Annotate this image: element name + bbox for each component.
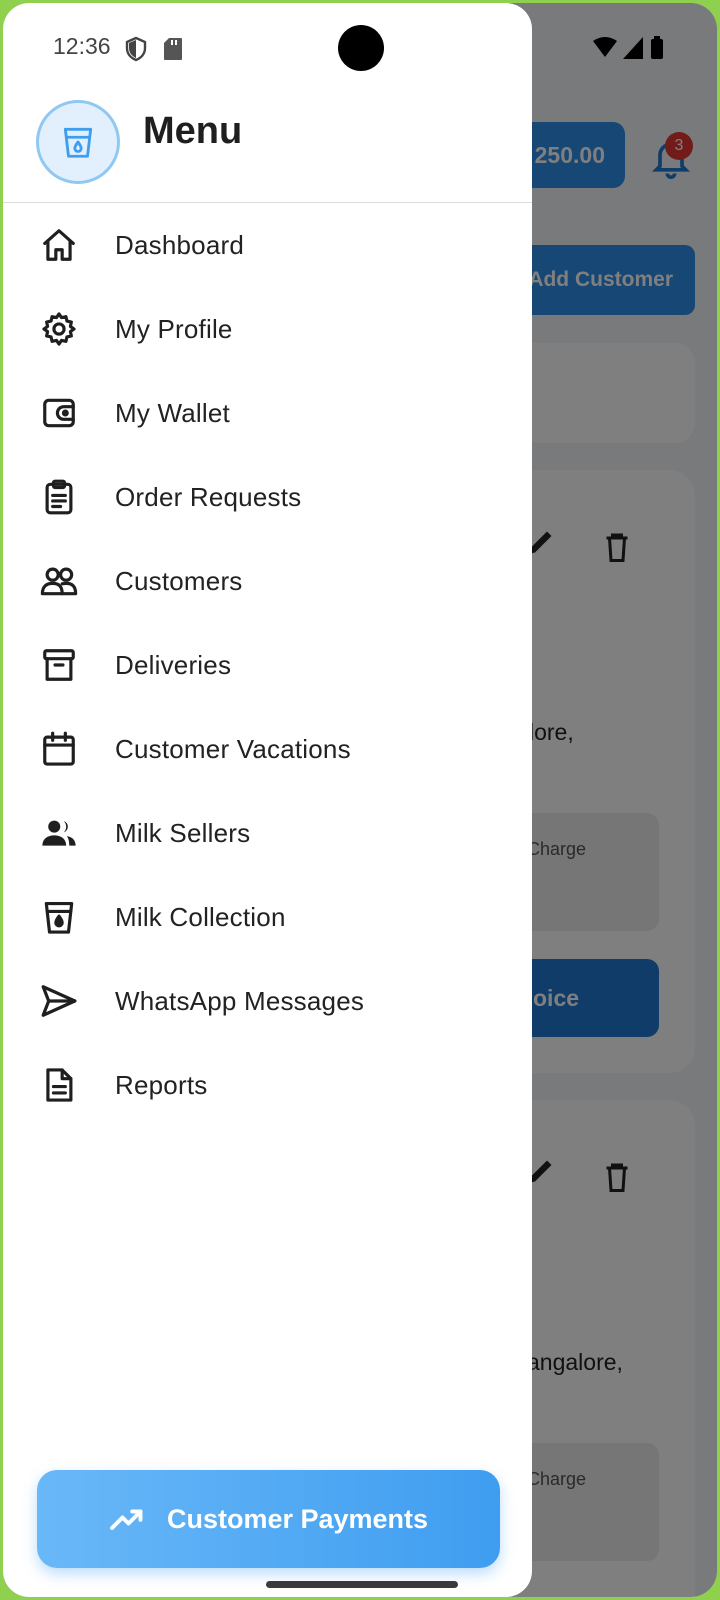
archive-box-icon [39, 645, 79, 685]
menu-item-milk-sellers[interactable]: Milk Sellers [3, 791, 532, 875]
users-icon [39, 561, 79, 601]
menu-item-label: Order Requests [115, 481, 302, 512]
menu-item-deliveries[interactable]: Deliveries [3, 623, 532, 707]
drawer-header: Menu [3, 83, 532, 203]
wallet-icon [39, 393, 79, 433]
menu-item-label: Deliveries [115, 649, 232, 680]
shield-icon [125, 36, 147, 62]
menu-item-label: My Wallet [115, 397, 230, 428]
home-indicator[interactable] [266, 1581, 458, 1588]
menu-item-label: Dashboard [115, 229, 244, 260]
menu-item-my-wallet[interactable]: My Wallet [3, 371, 532, 455]
home-icon [39, 225, 79, 265]
menu-item-whatsapp-messages[interactable]: WhatsApp Messages [3, 959, 532, 1043]
send-icon [39, 981, 79, 1021]
menu-item-reports[interactable]: Reports [3, 1043, 532, 1127]
status-time: 12:36 [53, 33, 111, 59]
menu-item-label: Reports [115, 1069, 208, 1100]
menu-list: Dashboard My Profile My Wallet Order Req… [3, 203, 532, 1127]
calendar-icon [39, 729, 79, 769]
menu-item-label: Customer Vacations [115, 733, 351, 764]
navigation-drawer: 12:36 Menu Dashboard My Profile My Walle… [3, 3, 532, 1597]
menu-item-label: WhatsApp Messages [115, 985, 365, 1016]
app-logo [36, 100, 120, 184]
drawer-title: Menu [143, 110, 243, 152]
milk-cup-icon [63, 127, 93, 158]
menu-item-milk-collection[interactable]: Milk Collection [3, 875, 532, 959]
menu-item-dashboard[interactable]: Dashboard [3, 203, 532, 287]
menu-item-customer-vacations[interactable]: Customer Vacations [3, 707, 532, 791]
trending-up-icon [110, 1509, 143, 1530]
menu-item-my-profile[interactable]: My Profile [3, 287, 532, 371]
milk-cup-icon [39, 897, 79, 937]
camera-cutout [338, 25, 384, 71]
menu-item-label: Milk Collection [115, 901, 286, 932]
menu-item-customers[interactable]: Customers [3, 539, 532, 623]
sd-card-icon [164, 38, 182, 60]
people-icon [39, 813, 79, 853]
menu-item-order-requests[interactable]: Order Requests [3, 455, 532, 539]
menu-item-label: Customers [115, 565, 243, 596]
clipboard-icon [39, 477, 79, 517]
customer-payments-label: Customer Payments [166, 1503, 429, 1534]
menu-item-label: Milk Sellers [115, 817, 251, 848]
customer-payments-button[interactable]: Customer Payments [37, 1470, 500, 1568]
gear-icon [39, 309, 79, 349]
menu-item-label: My Profile [115, 313, 233, 344]
document-icon [39, 1065, 79, 1105]
phone-screen: 250.00 3 Add Customer lore, Charge oice … [3, 3, 717, 1597]
